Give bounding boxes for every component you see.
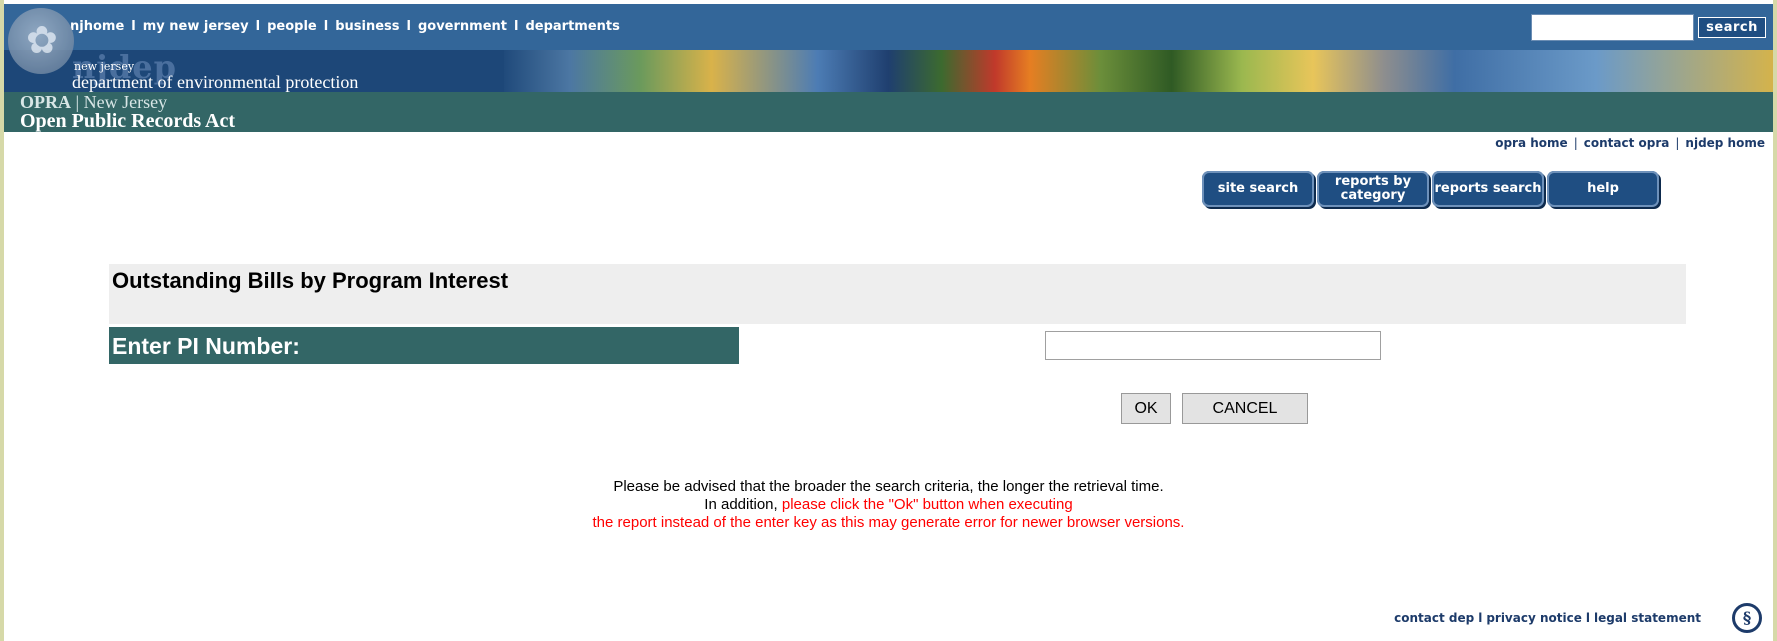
opra-acronym: OPRA [20, 92, 71, 112]
ok-button[interactable]: OK [1121, 393, 1171, 424]
contact-opra-link[interactable]: contact opra [1584, 136, 1670, 150]
opra-home-link[interactable]: opra home [1495, 136, 1567, 150]
top-nav-bar: njhome l my new jersey l people l business l gov… [4, 4, 1773, 50]
nav-separator: l [514, 19, 519, 34]
util-separator: | [1675, 136, 1680, 150]
nj-state-icon[interactable]: § [1732, 603, 1762, 633]
report-title-bar: Outstanding Bills by Program Interest [109, 264, 1686, 324]
site-search-nav-button[interactable]: site search [1202, 171, 1314, 207]
nav-link-business[interactable]: business [335, 19, 399, 34]
notice-line-1: Please be advised that the broader the s… [613, 478, 1164, 495]
site-search-input[interactable] [1531, 14, 1694, 41]
pi-number-input[interactable] [1045, 331, 1381, 360]
notice-line-2-black: In addition, [704, 496, 778, 513]
nav-separator: l [255, 19, 261, 34]
nav-separator: l [406, 19, 411, 34]
privacy-notice-link[interactable]: privacy notice [1486, 611, 1582, 625]
nav-link-government[interactable]: government [418, 19, 507, 34]
pi-number-label: Enter PI Number: [112, 333, 300, 359]
opra-header: OPRA | New Jersey Open Public Records Ac… [4, 92, 1773, 132]
site-search-button[interactable]: search [1698, 17, 1766, 38]
header-banner: njdep new jersey department of environme… [4, 48, 1773, 92]
reports-by-category-button[interactable]: reports by category [1317, 171, 1429, 207]
notice-line-2: In addition, please click the "Ok" butto… [0, 496, 1777, 513]
help-button[interactable]: help [1547, 171, 1659, 207]
nav-link-njhome[interactable]: njhome [70, 19, 124, 34]
footer-separator: l [1585, 611, 1590, 625]
page-title: Outstanding Bills by Program Interest [112, 268, 509, 293]
notice-line-3: the report instead of the enter key as t… [592, 514, 1185, 531]
nav-separator: l [323, 19, 329, 34]
nav-separator: l [131, 19, 136, 34]
opra-state: | New Jersey [75, 92, 168, 112]
footer-links: contact dep l privacy notice l legal stateme… [1394, 611, 1701, 625]
opra-title-line2: Open Public Records Act [20, 110, 235, 132]
footer-separator: l [1478, 611, 1483, 625]
legal-statement-link[interactable]: legal statement [1594, 611, 1701, 625]
nav-link-my-new-jersey[interactable]: my new jersey [143, 19, 249, 34]
notice-line-2-red: please click the "Ok" button when execut… [781, 496, 1073, 513]
cancel-button[interactable]: CANCEL [1182, 393, 1308, 424]
seal-glyph-icon: ✿ [26, 18, 58, 62]
utility-links: opra home | contact opra | njdep home [1495, 136, 1765, 150]
contact-dep-link[interactable]: contact dep [1394, 611, 1474, 625]
banner-department-name: department of environmental protection [72, 72, 359, 92]
njdep-home-link[interactable]: njdep home [1685, 136, 1765, 150]
pi-number-label-bar: Enter PI Number: [109, 327, 739, 364]
top-nav-links: njhome l my new jersey l people l business l gov… [70, 19, 620, 34]
util-separator: | [1573, 136, 1578, 150]
nav-link-departments[interactable]: departments [525, 19, 619, 34]
nav-link-people[interactable]: people [267, 19, 317, 34]
reports-search-button[interactable]: reports search [1432, 171, 1544, 207]
nj-seal-icon: ✿ [8, 8, 74, 74]
